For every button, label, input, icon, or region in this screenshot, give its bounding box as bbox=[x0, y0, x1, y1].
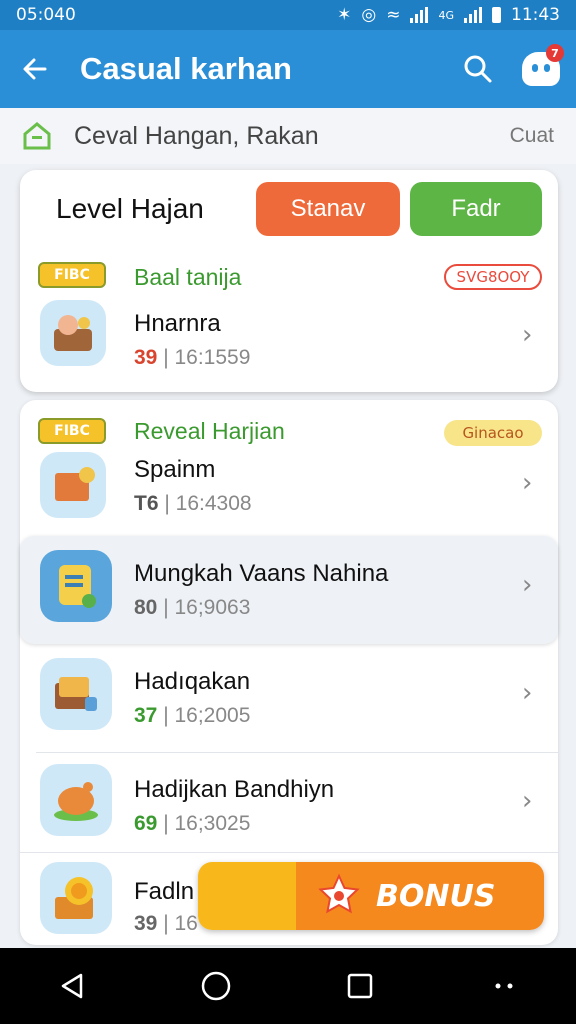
signal-icon-2 bbox=[464, 7, 482, 23]
bonus-left-panel bbox=[198, 862, 296, 930]
bonus-right-panel: BONUS bbox=[296, 862, 544, 930]
item-time: | 16;2005 bbox=[163, 704, 251, 727]
item-title: Spainm bbox=[134, 456, 216, 483]
item-time: | 16 bbox=[163, 912, 198, 935]
list-item[interactable]: Hadijkan Bandhiyn 69 | 16;3025 › bbox=[20, 756, 558, 856]
item-number: 69 bbox=[134, 812, 158, 835]
status-chip: Ginacao bbox=[444, 420, 542, 446]
chevron-right-icon: › bbox=[522, 570, 533, 600]
item-time: | 16;9063 bbox=[163, 596, 251, 619]
category-tag: FIBC bbox=[38, 262, 106, 288]
book-icon bbox=[40, 658, 112, 730]
item-meta: 39 | 16 bbox=[134, 912, 198, 936]
item-meta: T6 | 16:4308 bbox=[134, 492, 252, 516]
divider bbox=[20, 852, 558, 853]
status-icons: ✶ ◎ ≈ 4G 11:43 bbox=[337, 5, 560, 25]
item-time: | 16:4308 bbox=[164, 492, 252, 515]
notification-badge: 7 bbox=[546, 44, 564, 62]
level-card: Level Hajan Stanav Fadr FIBC Baal tanija… bbox=[20, 170, 558, 392]
pig-icon bbox=[40, 764, 112, 836]
breadcrumb-text: Ceval Hangan, Rakan bbox=[74, 121, 319, 150]
page-title: Casual karhan bbox=[80, 51, 292, 86]
item-number: 39 bbox=[134, 346, 158, 369]
bonus-button[interactable]: BONUS bbox=[198, 862, 544, 930]
star-icon bbox=[318, 873, 360, 914]
alarm-icon: ◎ bbox=[361, 5, 377, 25]
level-card-header: Level Hajan Stanav Fadr bbox=[20, 170, 558, 248]
item-number: 80 bbox=[134, 596, 158, 619]
status-bar: 05:040 ✶ ◎ ≈ 4G 11:43 bbox=[0, 0, 576, 30]
level-card-title: Level Hajan bbox=[56, 193, 204, 224]
item-time: | 16:1559 bbox=[163, 346, 251, 369]
item-title: Hadıqakan bbox=[134, 668, 251, 695]
status-time-right: 11:43 bbox=[511, 5, 560, 25]
coin-chest-icon bbox=[40, 862, 112, 934]
item-meta: 37 | 16;2005 bbox=[134, 704, 250, 728]
search-icon bbox=[464, 55, 492, 83]
nav-home-button[interactable] bbox=[186, 956, 246, 1016]
app-bar: Casual karhan 7 bbox=[0, 30, 576, 108]
item-title: Hnarnra bbox=[134, 310, 221, 337]
list-item[interactable]: FIBC Reveal Harjian Ginacao Spainm T6 | … bbox=[20, 400, 558, 534]
category-label: Baal tanija bbox=[134, 264, 242, 290]
nav-more-button[interactable] bbox=[474, 956, 534, 1016]
box-icon bbox=[40, 452, 106, 518]
signal-icon bbox=[410, 7, 429, 23]
chevron-right-icon: › bbox=[522, 678, 533, 708]
start-button[interactable]: Stanav bbox=[256, 182, 400, 236]
item-time: | 16;3025 bbox=[163, 812, 251, 835]
home-icon[interactable] bbox=[22, 121, 52, 151]
category-label: Reveal Harjian bbox=[134, 418, 285, 444]
document-icon bbox=[40, 550, 112, 622]
network-label: 4G bbox=[438, 8, 454, 22]
status-chip: SVG8OOY bbox=[444, 264, 542, 290]
breadcrumb: Ceval Hangan, Rakan Cuat bbox=[0, 108, 576, 164]
divider bbox=[36, 752, 558, 753]
status-time-left: 05:040 bbox=[16, 5, 76, 25]
system-nav-bar bbox=[0, 948, 576, 1024]
breadcrumb-side-link[interactable]: Cuat bbox=[510, 124, 554, 148]
triangle-back-icon bbox=[61, 973, 83, 999]
search-button[interactable] bbox=[450, 30, 506, 108]
nav-recents-button[interactable] bbox=[330, 956, 390, 1016]
chevron-right-icon: › bbox=[522, 786, 533, 816]
nav-back-button[interactable] bbox=[42, 956, 102, 1016]
item-title: Mungkah Vaans Nahina bbox=[134, 560, 389, 587]
bonus-label: BONUS bbox=[376, 878, 496, 914]
item-meta: 69 | 16;3025 bbox=[134, 812, 250, 836]
bluetooth-icon: ✶ bbox=[337, 5, 352, 25]
find-button[interactable]: Fadr bbox=[410, 182, 542, 236]
treasure-icon[interactable] bbox=[40, 300, 106, 366]
chevron-right-icon: › bbox=[522, 468, 533, 498]
item-title: Hadijkan Bandhiyn bbox=[134, 776, 335, 803]
item-number: T6 bbox=[134, 492, 159, 515]
square-recents-icon bbox=[347, 973, 373, 999]
battery-icon bbox=[492, 7, 501, 23]
item-number: 39 bbox=[134, 912, 158, 935]
back-button[interactable] bbox=[0, 30, 70, 108]
assistant-button[interactable]: 7 bbox=[506, 30, 576, 108]
item-number: 37 bbox=[134, 704, 158, 727]
chevron-right-icon[interactable]: › bbox=[522, 320, 532, 350]
circle-home-icon bbox=[201, 971, 231, 1001]
list-item[interactable]: Hadıqakan 37 | 16;2005 › bbox=[20, 648, 558, 752]
item-meta: 80 | 16;9063 bbox=[134, 596, 250, 620]
category-tag: FIBC bbox=[38, 418, 106, 444]
item-meta: 39 | 16:1559 bbox=[134, 346, 250, 370]
list-item[interactable]: Mungkah Vaans Nahina 80 | 16;9063 › bbox=[20, 536, 558, 644]
dots-icon bbox=[495, 983, 513, 989]
item-title: Fadln bbox=[134, 878, 195, 905]
arrow-left-icon bbox=[23, 58, 47, 80]
wifi-icon: ≈ bbox=[386, 5, 401, 25]
